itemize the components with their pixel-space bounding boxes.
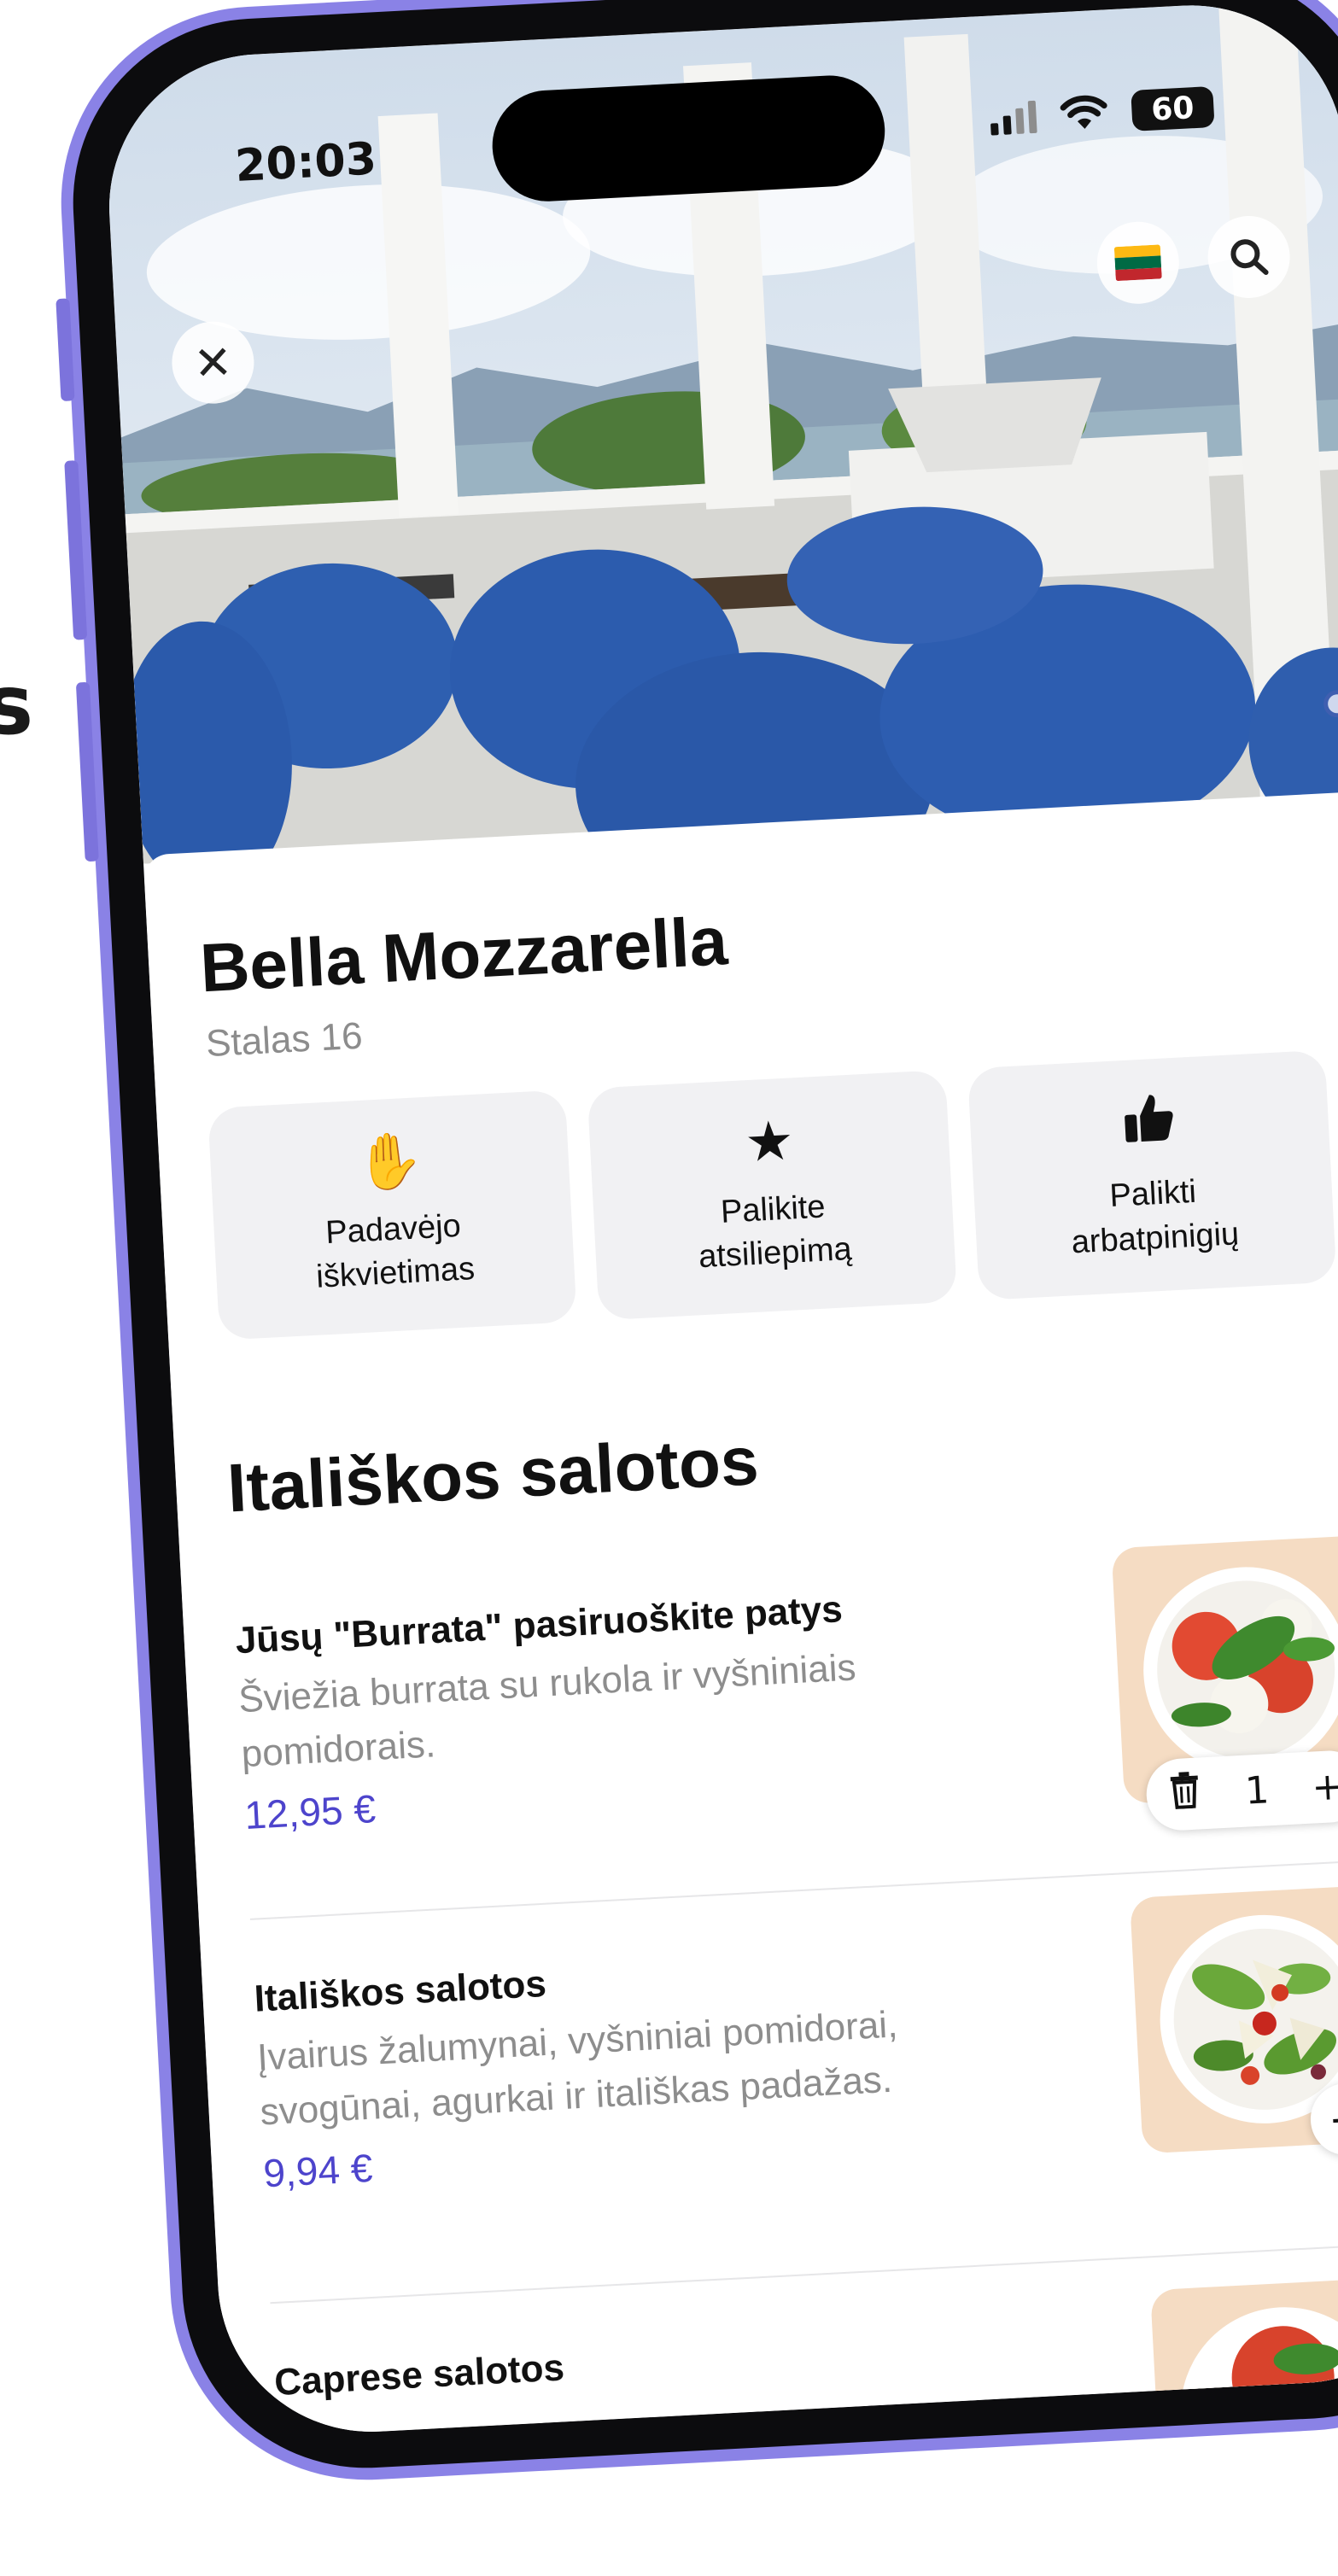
background-letter: s	[0, 657, 34, 753]
trash-icon[interactable]	[1167, 1770, 1204, 1819]
search-icon	[1230, 239, 1269, 275]
dynamic-island	[489, 73, 888, 205]
section-title: Itališkos salotos	[225, 1422, 761, 1527]
plus-icon: +	[1327, 2093, 1338, 2146]
thumbs-up-icon	[1120, 1089, 1178, 1155]
battery-icon: 60	[1131, 85, 1215, 131]
quick-actions: ✋ Padavėjo iškvietimas ★ Palikite atsili…	[207, 1049, 1337, 1341]
star-icon: ★	[743, 1109, 796, 1175]
wifi-icon	[1060, 95, 1107, 129]
restaurant-name: Bella Mozzarella	[198, 902, 730, 1007]
menu-item[interactable]: Itališkos salotos Įvairus žalumynai, vyš…	[254, 1884, 1338, 2196]
raised-hand-icon: ✋	[353, 1128, 426, 1195]
action-button	[56, 298, 75, 402]
volume-down-button	[75, 681, 99, 862]
phone-mockup: 20:03 60 ✕ Bella Mozzarella Stalas 16 ✋ …	[51, 0, 1338, 2575]
signal-icon	[990, 99, 1037, 136]
menu-item-image[interactable]	[1130, 1884, 1338, 2154]
leave-tip-label: Palikti arbatpinigių	[1070, 1173, 1241, 1260]
restaurant-content: Bella Mozzarella Stalas 16 ✋ Padavėjo iš…	[143, 790, 1338, 2440]
leave-tip-button[interactable]: Palikti arbatpinigių	[967, 1049, 1337, 1301]
menu-item[interactable]: Caprese salotos	[273, 2276, 1338, 2440]
status-time: 20:03	[233, 133, 378, 192]
app-screen: 20:03 60 ✕ Bella Mozzarella Stalas 16 ✋ …	[101, 0, 1338, 2440]
leave-review-button[interactable]: ★ Palikite atsiliepimą	[587, 1069, 957, 1321]
leave-review-label: Palikite atsiliepimą	[698, 1189, 853, 1276]
table-number: Stalas 16	[204, 1014, 364, 1066]
close-icon: ✕	[192, 334, 234, 391]
menu-item[interactable]: Jūsų "Burrata" pasiruoškite patys Švieži…	[235, 1534, 1338, 1838]
plus-icon[interactable]: +	[1311, 1764, 1338, 1809]
quantity-value: 1	[1243, 1767, 1271, 1814]
call-waiter-label: Padavėjo iškvietimas	[315, 1207, 476, 1295]
quantity-stepper[interactable]: 1 +	[1144, 1749, 1338, 1832]
lithuania-flag-icon	[1113, 244, 1162, 282]
call-waiter-button[interactable]: ✋ Padavėjo iškvietimas	[207, 1089, 578, 1341]
volume-up-button	[64, 460, 88, 640]
